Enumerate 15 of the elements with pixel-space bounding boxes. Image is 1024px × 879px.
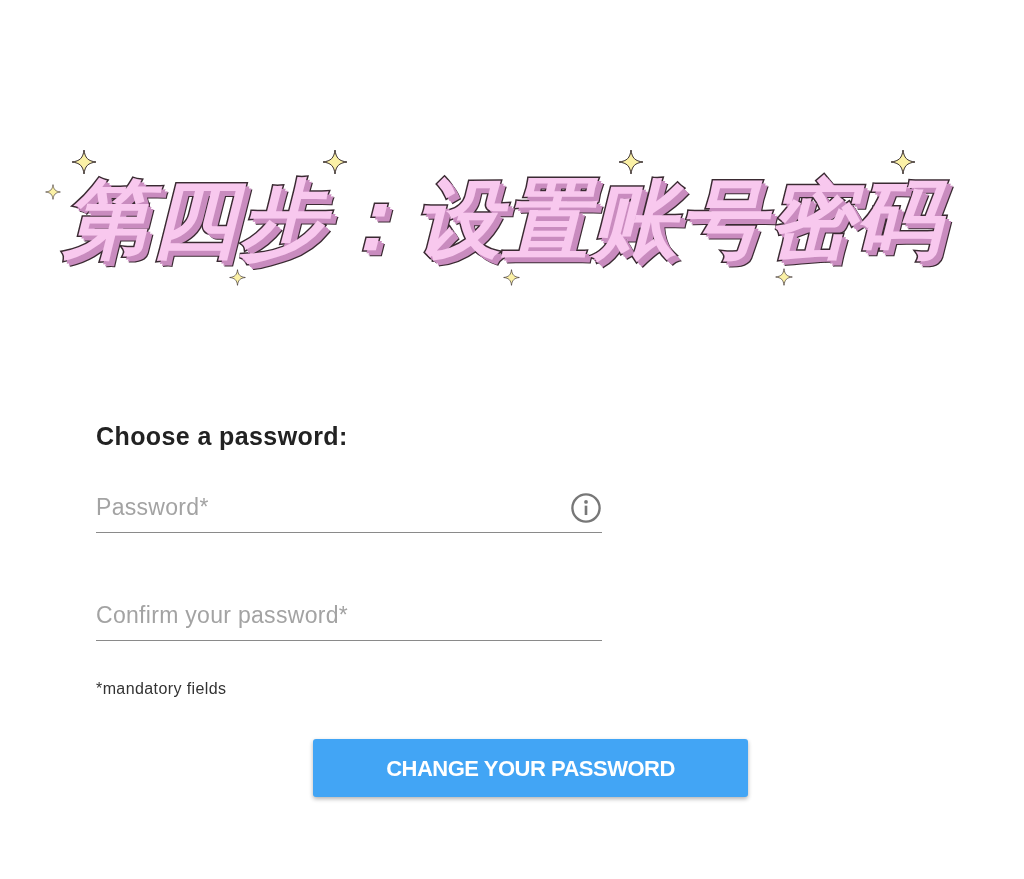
sparkle-icon — [45, 184, 61, 200]
sparkle-icon — [775, 268, 793, 286]
mandatory-note: *mandatory fields — [96, 679, 228, 699]
sparkle-icon — [228, 268, 246, 286]
form-heading: Choose a password: — [96, 421, 349, 451]
info-icon[interactable] — [571, 493, 601, 523]
change-password-button[interactable]: CHANGE YOUR PASSWORD — [313, 739, 748, 797]
sparkle-icon — [322, 149, 348, 175]
sparkle-icon — [71, 149, 97, 175]
sparkle-icon — [890, 149, 916, 175]
sparkle-icon — [618, 149, 644, 175]
password-field[interactable]: Password* — [96, 483, 602, 533]
confirm-password-field[interactable]: Confirm your password* — [96, 591, 602, 641]
step-title: 第四步：设置账号密码 — [63, 176, 961, 269]
sparkle-icon — [502, 268, 520, 286]
